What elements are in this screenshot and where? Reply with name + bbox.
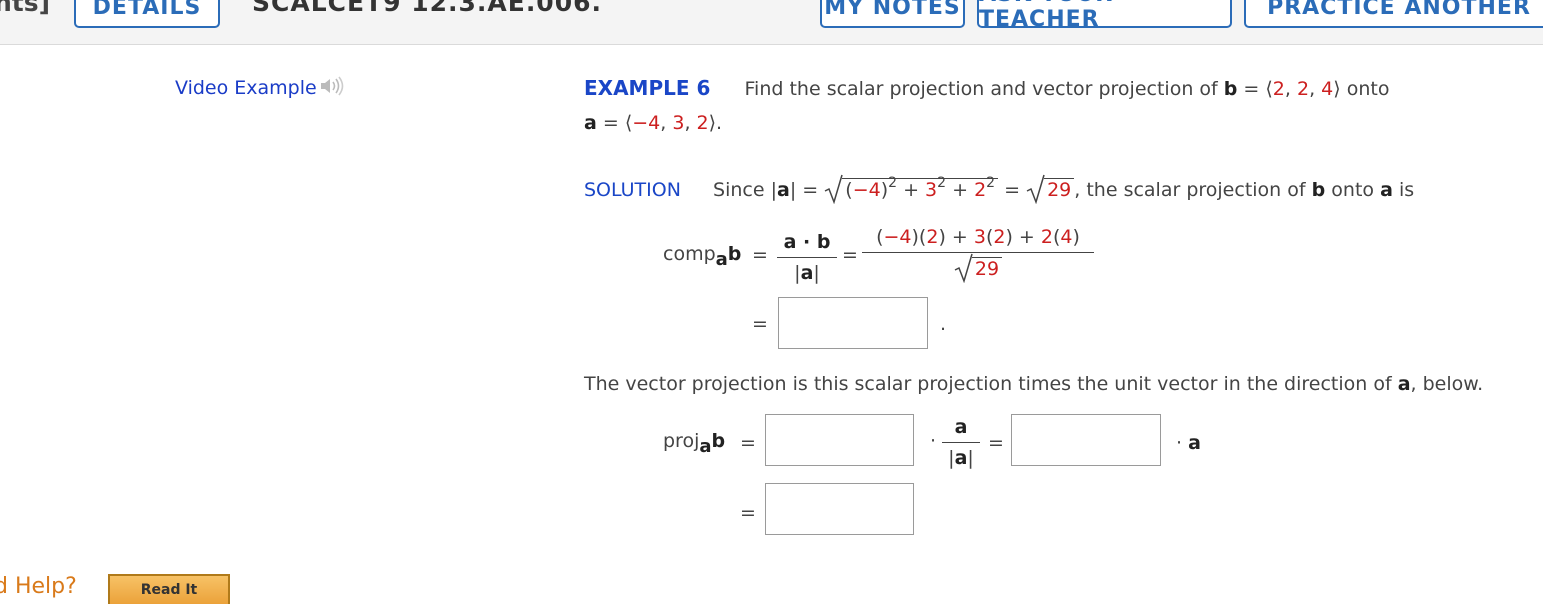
fraction-numerator: (−4)(2) + 3(2) + 2(4) — [876, 226, 1080, 248]
paren: ( — [845, 179, 853, 201]
vector-a-symbol: a — [1397, 373, 1411, 395]
example-statement: EXAMPLE 6 Find the scalar projection and… — [584, 76, 1390, 100]
equals: = — [740, 432, 756, 454]
radicand-term-3: 2 — [974, 179, 987, 201]
equals: = — [752, 313, 768, 335]
practice-another-button[interactable]: PRACTICE ANOTHER — [1244, 0, 1543, 28]
is-text: is — [1398, 179, 1415, 201]
period: . — [940, 313, 947, 335]
exponent: 2 — [937, 175, 947, 191]
plus: + — [946, 179, 975, 201]
dot-operator: · — [1176, 432, 1183, 454]
paren: ) — [880, 179, 889, 201]
example-text: Find the scalar projection and vector pr… — [744, 78, 1218, 100]
equals: = — [988, 432, 1004, 454]
vector-projection-text: The vector projection is this scalar pro… — [584, 373, 1483, 395]
vector-projection-sentence: The vector projection is this scalar pro… — [584, 373, 1392, 395]
video-example-label: Video Example — [175, 77, 317, 99]
vector-a-symbol: a — [1188, 432, 1201, 454]
a-component-3: 2 — [696, 112, 709, 134]
video-example-link[interactable]: Video Example — [175, 76, 345, 101]
speaker-icon — [319, 76, 345, 101]
exponent: 2 — [986, 175, 996, 191]
radicand-29: 29 — [971, 257, 1003, 280]
details-button[interactable]: DETAILS — [74, 0, 220, 28]
scalar-projection-input[interactable] — [778, 297, 928, 349]
onto-text: onto — [1331, 179, 1375, 201]
equals: = — [998, 179, 1027, 201]
a-component-1: −4 — [632, 112, 661, 134]
fraction-numeric: (−4)(2) + 3(2) + 2(4) 29 — [862, 226, 1094, 283]
vector-a-symbol: a — [1380, 179, 1393, 201]
my-notes-button[interactable]: MY NOTES — [820, 0, 965, 28]
solution-tail-text: , the scalar projection of — [1074, 179, 1306, 201]
onto-text: onto — [1346, 78, 1390, 100]
proj-label: projab — [663, 430, 725, 457]
subscript-a: a — [715, 248, 728, 270]
b-component-1: 2 — [1272, 78, 1285, 100]
ask-teacher-button[interactable]: ASK YOUR TEACHER — [977, 0, 1232, 32]
question-header-bar: nts] DETAILS SCALCET9 12.3.AE.006. MY NO… — [0, 0, 1543, 45]
fraction-a-dot-b-over-abs-a: a · b |a| — [777, 231, 837, 284]
plus: + — [897, 179, 926, 201]
vector-b-symbol: b — [1223, 78, 1238, 100]
solution-line: SOLUTION Since |a| = (−4)2 + 32 + 22 = 2… — [584, 174, 1415, 204]
equals: = — [1237, 78, 1266, 100]
abs-close: | = — [789, 179, 819, 201]
sqrt-magnitude: (−4)2 + 32 + 22 — [824, 174, 999, 204]
fraction-denominator: |a| — [948, 447, 974, 469]
proj-text: proj — [663, 430, 700, 452]
vector-projection-input[interactable] — [765, 483, 914, 535]
equals: = — [752, 244, 768, 266]
vector-b-symbol: b — [1311, 179, 1326, 201]
dot-operator: · — [930, 430, 937, 452]
fraction-unit-vector: a |a| — [942, 416, 980, 469]
comp-label: compab — [663, 243, 741, 270]
need-help-label: d Help? — [0, 574, 77, 599]
equals: = — [842, 244, 858, 266]
points-label: nts] — [0, 0, 51, 17]
radicand-term-2: 3 — [925, 179, 938, 201]
vector-a-symbol: a — [777, 179, 790, 201]
question-id: SCALCET9 12.3.AE.006. — [252, 0, 602, 17]
angle-close: ⟩. — [708, 112, 723, 134]
times-a: · a — [1176, 432, 1201, 454]
solution-label: SOLUTION — [584, 179, 681, 201]
radicand-29: 29 — [1044, 178, 1075, 201]
radicand-term-1: −4 — [852, 179, 881, 201]
sqrt-29: 29 — [1026, 174, 1075, 204]
fraction-numerator: a — [954, 416, 968, 438]
sentence-end: , below. — [1410, 373, 1484, 395]
scalar-coefficient-input[interactable] — [765, 414, 914, 466]
b-component-3: 4 — [1321, 78, 1334, 100]
exponent: 2 — [888, 175, 898, 191]
a-component-2: 3 — [672, 112, 685, 134]
read-it-button[interactable]: Read It — [108, 574, 230, 604]
fraction-denominator: |a| — [794, 262, 820, 284]
vector-a-symbol: a — [584, 112, 597, 134]
scalar-multiple-input[interactable] — [1011, 414, 1161, 466]
vector-b-symbol: b — [727, 243, 742, 265]
example-label: EXAMPLE 6 — [584, 76, 711, 100]
vector-a-definition: a = ⟨−4, 3, 2⟩. — [584, 112, 723, 134]
equals: = — [740, 502, 756, 524]
angle-close: ⟩ — [1333, 78, 1341, 100]
angle-open: ⟨ — [1265, 78, 1273, 100]
vector-b-symbol: b — [711, 430, 726, 452]
since-text: Since | — [713, 179, 778, 201]
comp-text: comp — [663, 243, 716, 265]
fraction-numerator: a · b — [783, 231, 831, 253]
sqrt-29: 29 — [954, 253, 1003, 283]
subscript-a: a — [699, 435, 712, 457]
fraction-denominator: 29 — [862, 253, 1094, 283]
b-component-2: 2 — [1296, 78, 1310, 100]
